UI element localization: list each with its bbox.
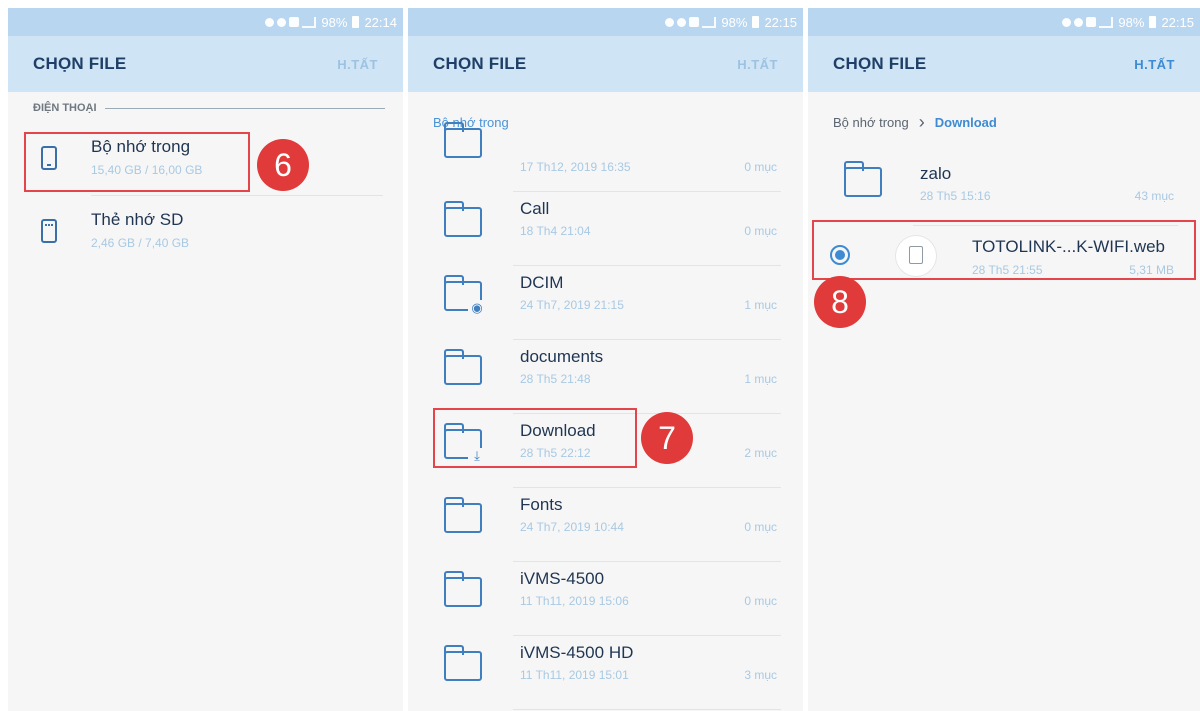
cancel-button[interactable]: H.TẤT [337,57,378,72]
item-count: 0 mục [744,224,777,238]
section-divider [104,107,385,109]
item-count: 43 mục [1134,189,1174,203]
status-icons [265,16,317,28]
highlight-box [812,220,1196,280]
step-badge: 7 [641,412,693,464]
highlight-box [24,132,250,192]
wifi-icon [1074,17,1084,27]
wifi-icon [677,17,687,27]
camera-icon: ◉ [468,300,486,316]
item-name: documents [520,347,604,366]
item-count: 3 mục [744,668,777,682]
app-icon [289,17,300,27]
status-time: 22:14 [364,14,397,30]
page-title: CHỌN FILE [33,54,127,73]
app-bar: CHỌN FILE H.TẤT [408,36,803,92]
breadcrumb: Bộ nhớ trong › Download [833,112,997,132]
item-name: iVMS-4500 HD [520,643,634,662]
notification-icon [665,17,675,27]
item-date: 24 Th7, 2019 21:15 [520,298,624,312]
folder-icon [444,645,482,681]
folder-icon [444,201,482,237]
page-title: CHỌN FILE [833,54,927,73]
cancel-button[interactable]: H.TẤT [1134,57,1175,72]
status-time: 22:15 [764,14,797,30]
item-count: 0 mục [744,520,777,534]
folder-item-ivms-4500-hd[interactable]: iVMS-4500 HD 11 Th11, 2019 15:01 3 mục [408,636,803,710]
folder-icon [444,497,482,533]
divider [513,709,781,710]
storage-item-sd-card[interactable]: Thẻ nhớ SD 2,46 GB / 7,40 GB [33,207,383,269]
screen-select-storage: 98% 22:14 CHỌN FILE H.TẤT ĐIỆN THOẠI Bộ … [8,8,403,711]
item-count: 0 mục [744,594,777,608]
item-count: 1 mục [744,298,777,312]
item-date: 24 Th7, 2019 10:44 [520,520,624,534]
sd-card-icon [41,219,57,243]
signal-icon [702,16,717,28]
item-date: 17 Th12, 2019 16:35 [520,160,631,174]
breadcrumb-download[interactable]: Download [935,115,997,130]
storage-name: Thẻ nhớ SD [91,210,184,229]
highlight-box [433,408,637,468]
status-bar: 98% 22:14 [8,8,403,36]
folder-item-zalo[interactable]: zalo 28 Th5 15:16 43 mục [808,152,1200,226]
storage-size: 2,46 GB / 7,40 GB [91,236,190,250]
camera-folder-icon: ◉ [444,275,486,316]
status-time: 22:15 [1161,14,1194,30]
page-title: CHỌN FILE [433,54,527,73]
step-badge: 6 [257,139,309,191]
app-bar: CHỌN FILE H.TẤT [8,36,403,92]
signal-icon [1099,16,1114,28]
folder-icon [444,349,482,385]
battery-percent: 98% [1118,14,1145,30]
app-icon [1086,17,1097,27]
screen-download-folder: 98% 22:15 CHỌN FILE H.TẤT Bộ nhớ trong ›… [808,8,1200,711]
item-name: zalo [920,164,952,183]
item-date: 28 Th5 15:16 [920,189,991,203]
item-count: 2 mục [744,446,777,460]
folder-icon [444,122,482,158]
status-icons [665,16,717,28]
battery-icon [752,16,760,28]
app-bar: CHỌN FILE H.TẤT [808,36,1200,92]
app-icon [689,17,700,27]
item-name: iVMS-4500 [520,569,605,588]
battery-icon [1149,16,1157,28]
status-bar: 98% 22:15 [808,8,1200,36]
item-date: 11 Th11, 2019 15:06 [520,594,629,608]
step-badge: 8 [814,276,866,328]
notification-icon [1062,17,1072,27]
folder-item-call[interactable]: Call 18 Th4 21:04 0 mục [408,192,803,266]
status-icons [1062,16,1114,28]
item-date: 18 Th4 21:04 [520,224,591,238]
item-date: 28 Th5 21:48 [520,372,591,386]
battery-percent: 98% [321,14,348,30]
screen-internal-storage: 98% 22:15 CHỌN FILE H.TẤT Bộ nhớ trong 1… [408,8,803,711]
item-name: Call [520,199,550,218]
item-count: 1 mục [744,372,777,386]
chevron-right-icon: › [918,112,925,132]
item-name: DCIM [520,273,564,292]
notification-icon [265,17,275,27]
section-label: ĐIỆN THOẠI [33,102,97,114]
cancel-button[interactable]: H.TẤT [737,57,778,72]
folder-item-documents[interactable]: documents 28 Th5 21:48 1 mục [408,340,803,414]
folder-icon [444,571,482,607]
section-header: ĐIỆN THOẠI [33,102,385,114]
battery-icon [352,16,360,28]
signal-icon [302,16,317,28]
status-bar: 98% 22:15 [408,8,803,36]
item-name: Fonts [520,495,563,514]
divider [91,195,383,196]
folder-icon [844,161,882,197]
file-list-item[interactable]: 17 Th12, 2019 16:35 0 mục [408,118,803,192]
folder-item-dcim[interactable]: ◉ DCIM 24 Th7, 2019 21:15 1 mục [408,266,803,340]
item-date: 11 Th11, 2019 15:01 [520,668,629,682]
folder-item-ivms-4500[interactable]: iVMS-4500 11 Th11, 2019 15:06 0 mục [408,562,803,636]
wifi-icon [277,17,287,27]
folder-item-fonts[interactable]: Fonts 24 Th7, 2019 10:44 0 mục [408,488,803,562]
battery-percent: 98% [721,14,748,30]
item-count: 0 mục [744,160,777,174]
breadcrumb-internal-storage[interactable]: Bộ nhớ trong [833,115,909,130]
